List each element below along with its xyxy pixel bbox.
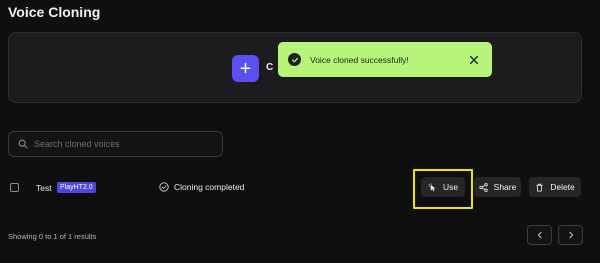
status-cell: Cloning completed (159, 182, 244, 192)
search-box[interactable] (8, 131, 223, 157)
success-toast: Voice cloned successfully! (278, 42, 492, 77)
delete-button[interactable]: Delete (529, 177, 581, 197)
page-title: Voice Cloning (8, 4, 101, 20)
delete-label: Delete (550, 182, 575, 192)
close-icon[interactable] (467, 53, 481, 67)
results-summary: Showing 0 to 1 of 1 results (8, 232, 97, 241)
share-button[interactable]: Share (474, 177, 521, 197)
plus-icon: + (239, 57, 252, 80)
share-label: Share (493, 182, 517, 192)
check-circle-icon (159, 182, 169, 192)
create-voice-button[interactable]: + (232, 55, 259, 82)
model-badge: PlayHT2.0 (57, 182, 96, 193)
highlight-box (413, 169, 473, 209)
row-checkbox[interactable] (10, 183, 19, 192)
status-text: Cloning completed (174, 182, 245, 192)
search-input[interactable] (34, 139, 214, 149)
chevron-left-icon (536, 226, 544, 244)
next-page-button[interactable] (558, 225, 583, 245)
voice-name: Test (36, 183, 52, 193)
check-circle-icon (288, 53, 301, 66)
previous-page-button[interactable] (527, 225, 552, 245)
share-icon (478, 182, 488, 192)
create-voice-label: C (266, 62, 274, 73)
toast-message: Voice cloned successfully! (310, 54, 409, 65)
trash-icon (535, 183, 544, 192)
table-row: Test PlayHT2.0 Cloning completed Use Sha… (0, 175, 600, 201)
chevron-right-icon (567, 226, 575, 244)
search-icon (18, 139, 28, 149)
